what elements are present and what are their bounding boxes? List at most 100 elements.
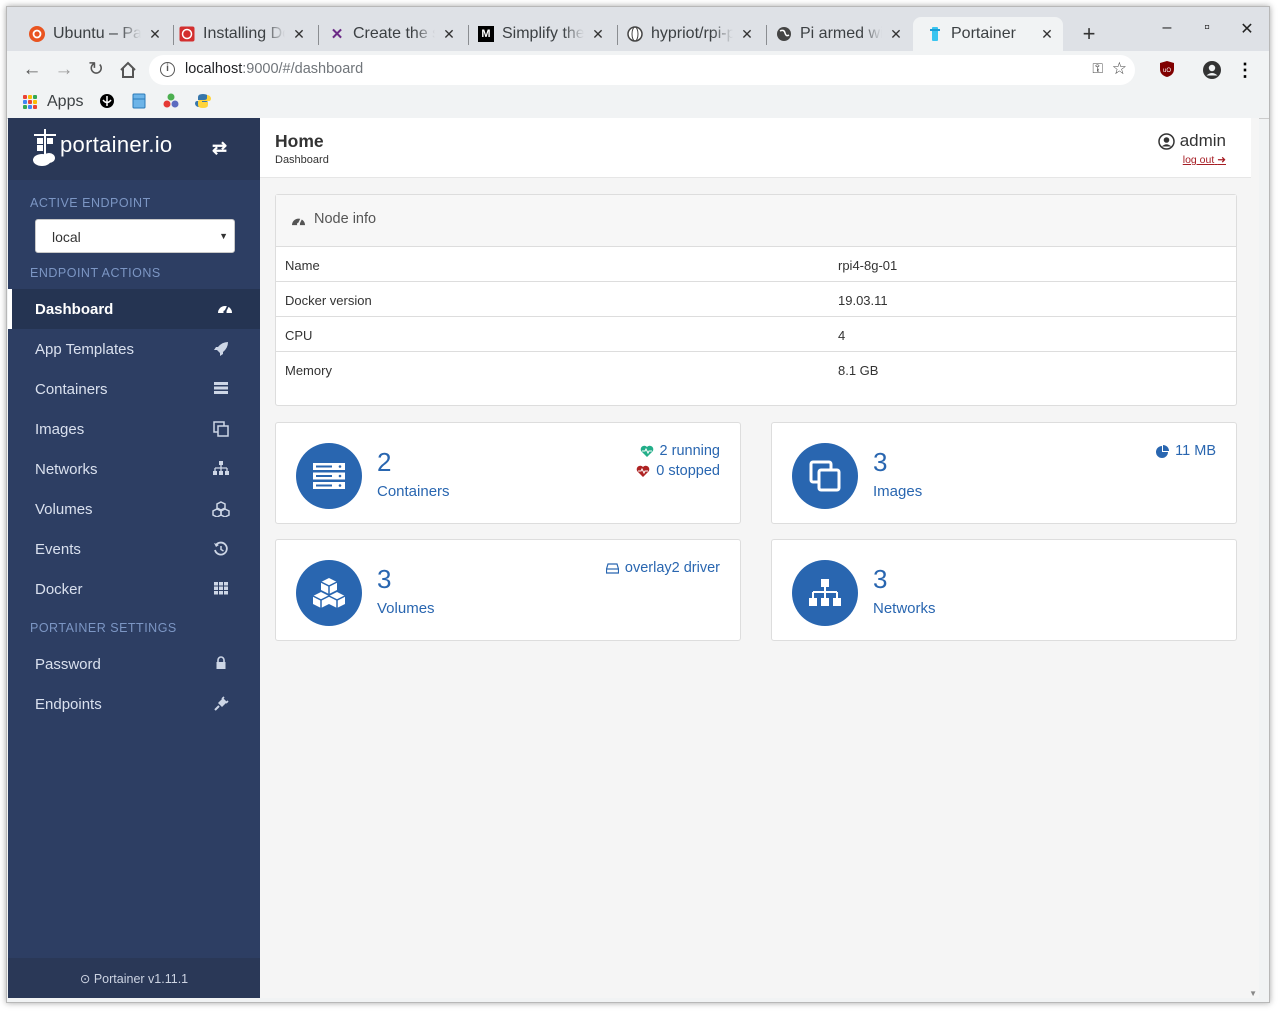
back-button[interactable]: ←	[21, 59, 43, 81]
containers-label: Containers	[377, 483, 450, 500]
star-icon[interactable]: ☆	[1112, 59, 1127, 79]
heartbeat-icon	[640, 445, 653, 457]
row-value: 8.1 GB	[838, 363, 879, 378]
endpoint-actions-heading: ENDPOINT ACTIONS	[30, 266, 161, 280]
sidebar-item-volumes[interactable]: Volumes	[8, 489, 260, 529]
sidebar-item-label: Endpoints	[35, 695, 102, 713]
bookmark-fridge[interactable]	[131, 93, 147, 109]
browser-tab-portainer[interactable]: Portainer ✕	[913, 17, 1063, 51]
sidebar-footer: ⊙ Portainer v1.11.1	[8, 958, 260, 998]
minimize-button[interactable]: –	[1155, 19, 1179, 37]
volumes-tile[interactable]: 3 Volumes overlay2 driver	[275, 539, 741, 641]
python-icon	[195, 94, 211, 108]
browser-tab-installing[interactable]: Installing Do ✕	[165, 17, 315, 51]
browser-tab-create[interactable]: ✕ Create the sa ✕	[315, 17, 465, 51]
close-icon[interactable]: ✕	[739, 26, 755, 43]
browser-toolbar: ← → ↻ i localhost:9000/#/dashboard ⚿ ☆ u…	[7, 51, 1269, 89]
browser-tab-ubuntu[interactable]: Ubuntu – Pa ✕	[15, 17, 171, 51]
breadcrumb: Dashboard	[275, 154, 329, 166]
stopped-count: 0 stopped	[656, 463, 720, 479]
profile-icon[interactable]	[1202, 60, 1222, 80]
endpoint-select-value: local	[52, 229, 81, 245]
cubes-icon	[296, 560, 362, 626]
key-icon[interactable]: ⚿	[1092, 60, 1103, 77]
sidebar-item-docker[interactable]: Docker	[8, 569, 260, 609]
exchange-icon[interactable]: ⇄	[212, 138, 227, 159]
tab-title: Ubuntu – Pa	[53, 25, 141, 42]
sidebar-item-networks[interactable]: Networks	[8, 449, 260, 489]
close-icon[interactable]: ✕	[441, 26, 457, 43]
sidebar: portainer.io ⇄ ACTIVE ENDPOINT local ▼ E…	[8, 118, 260, 998]
containers-count: 2	[377, 447, 392, 477]
sidebar-item-password[interactable]: Password	[8, 644, 260, 684]
menu-kebab-icon[interactable]: ⋮	[1235, 60, 1255, 80]
browser-tab-hypriot[interactable]: hypriot/rpi-p ✕	[613, 17, 763, 51]
networks-count: 3	[873, 564, 888, 594]
new-tab-button[interactable]: +	[1077, 21, 1101, 47]
hdd-icon	[605, 562, 619, 574]
username: admin	[1179, 131, 1226, 150]
images-tile[interactable]: 3 Images 11 MB	[771, 422, 1237, 524]
bookmark-rebel[interactable]	[99, 93, 115, 109]
networks-label: Networks	[873, 600, 936, 617]
logout-link[interactable]: log out ➜	[1183, 154, 1226, 166]
bookmarks-bar: Apps	[7, 89, 1269, 119]
sidebar-item-containers[interactable]: Containers	[8, 369, 260, 409]
tab-title: Simplify the	[502, 25, 584, 42]
browser-tab-simplify[interactable]: M Simplify the ✕	[464, 17, 614, 51]
home-button[interactable]	[117, 59, 139, 81]
heartbeat-icon	[636, 465, 650, 477]
reload-button[interactable]: ↻	[85, 59, 107, 81]
node-info-title: Node info	[314, 211, 377, 227]
volumes-driver: overlay2 driver	[605, 560, 720, 576]
ublock-icon[interactable]: uO	[1157, 60, 1177, 80]
info-icon[interactable]: i	[160, 62, 175, 77]
sidebar-item-label: Networks	[35, 460, 98, 478]
globe-icon	[776, 26, 792, 42]
sidebar-item-label: Events	[35, 540, 81, 558]
sidebar-item-endpoints[interactable]: Endpoints	[8, 684, 260, 724]
bookmark-python[interactable]	[195, 93, 211, 109]
scroll-down-arrow[interactable]: ▼	[1249, 989, 1257, 998]
bookmark-apps[interactable]: Apps	[23, 93, 83, 111]
brand-text: portainer.io	[60, 132, 173, 157]
portainer-icon	[927, 26, 943, 42]
sidebar-item-events[interactable]: Events	[8, 529, 260, 569]
tab-title: Portainer	[951, 25, 1016, 42]
apps-grid-icon	[23, 95, 37, 109]
close-window-button[interactable]: ✕	[1235, 19, 1259, 39]
endpoint-select[interactable]: local ▼	[35, 219, 235, 253]
close-icon[interactable]: ✕	[147, 26, 163, 43]
clone-icon	[792, 443, 858, 509]
rocket-icon	[212, 341, 230, 357]
tachometer-icon	[216, 301, 234, 317]
tab-strip: Ubuntu – Pa ✕ Installing Do ✕ ✕ Create t…	[7, 7, 1269, 51]
close-icon[interactable]: ✕	[888, 26, 904, 43]
fridge-icon	[132, 93, 146, 109]
plug-icon	[212, 696, 230, 712]
close-icon[interactable]: ✕	[590, 26, 606, 43]
row-key: CPU	[285, 328, 313, 343]
close-icon[interactable]: ✕	[1039, 26, 1055, 43]
address-bar[interactable]: i localhost:9000/#/dashboard ⚿ ☆	[149, 55, 1135, 85]
sitemap-icon	[212, 461, 230, 477]
close-icon[interactable]: ✕	[291, 26, 307, 43]
networks-tile[interactable]: 3 Networks	[771, 539, 1237, 641]
forward-button[interactable]: →	[53, 59, 75, 81]
pie-chart-icon	[1156, 444, 1170, 458]
clone-icon	[212, 421, 230, 437]
maximize-button[interactable]: ▫	[1195, 19, 1219, 37]
portainer-settings-heading: PORTAINER SETTINGS	[30, 621, 177, 635]
server-icon	[296, 443, 362, 509]
svg-text:uO: uO	[1163, 68, 1171, 74]
table-row: Docker version 19.03.11	[276, 282, 1236, 317]
row-key: Name	[285, 258, 320, 273]
browser-tab-pi-armed[interactable]: Pi armed wi ✕	[762, 17, 912, 51]
browser-window: Ubuntu – Pa ✕ Installing Do ✕ ✕ Create t…	[6, 6, 1270, 1003]
sidebar-item-dashboard[interactable]: Dashboard	[8, 289, 260, 329]
containers-tile[interactable]: 2 Containers 2 running 0 stopped	[275, 422, 741, 524]
sidebar-item-app-templates[interactable]: App Templates	[8, 329, 260, 369]
bookmark-dots[interactable]	[163, 93, 179, 109]
ubuntu-icon	[29, 26, 45, 42]
sidebar-item-images[interactable]: Images	[8, 409, 260, 449]
